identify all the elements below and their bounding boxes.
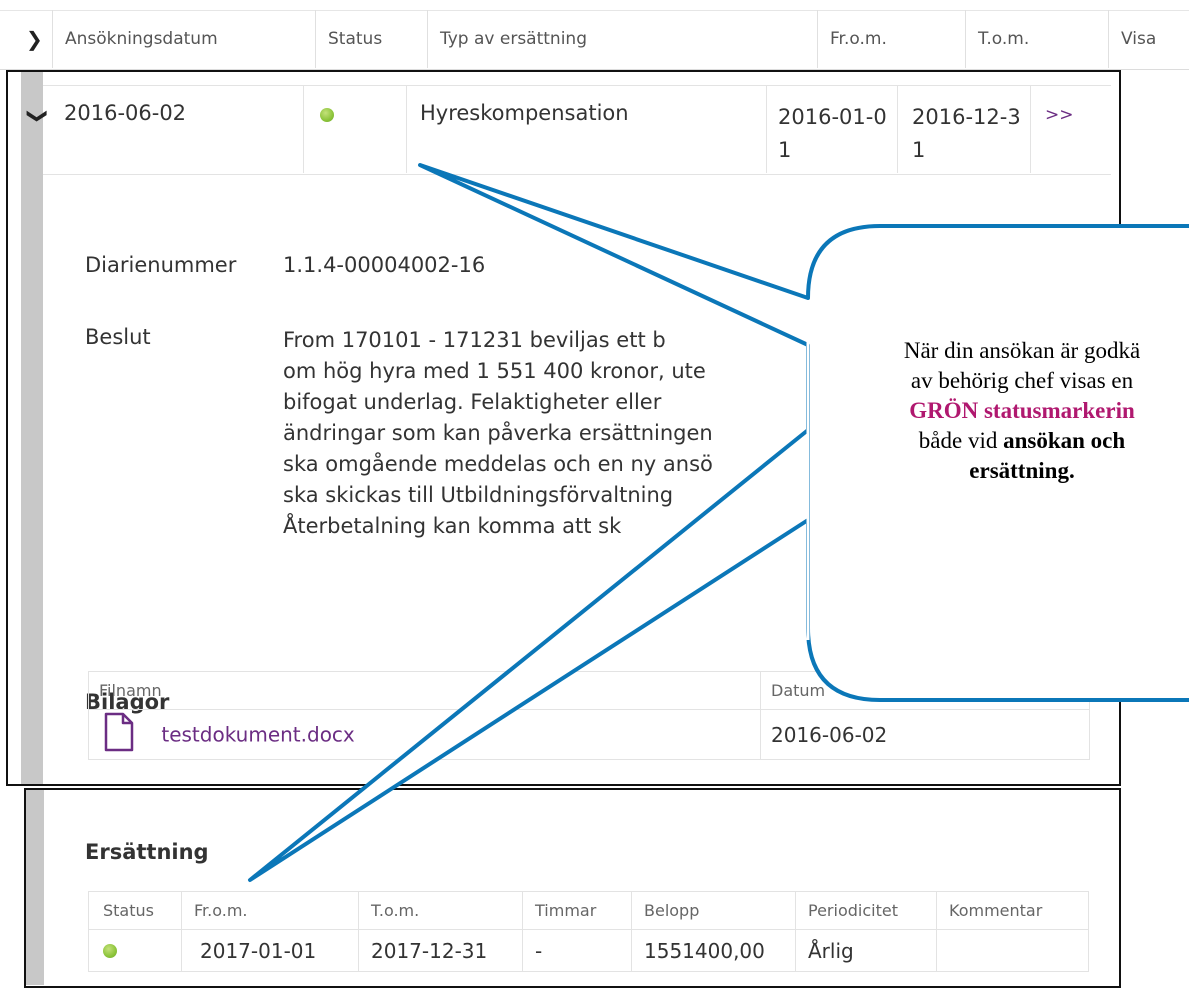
callout-overlay (248, 163, 1189, 882)
callout-highlight: GRÖN statusmarkerin (909, 398, 1135, 423)
callout-line: av behörig chef visas en (910, 368, 1134, 393)
callout-text: När din ansökan är godkä av behörig chef… (842, 336, 1189, 486)
callout-line-bold: ansökan och (1003, 428, 1126, 453)
callout-line-prefix: både vid (918, 428, 1004, 453)
callout-pointer-lower (248, 428, 810, 882)
callout-line: När din ansökan är godkä (903, 338, 1141, 363)
callout-line: ersättning. (969, 458, 1075, 483)
callout-line: både vid ansökan och (842, 426, 1189, 456)
